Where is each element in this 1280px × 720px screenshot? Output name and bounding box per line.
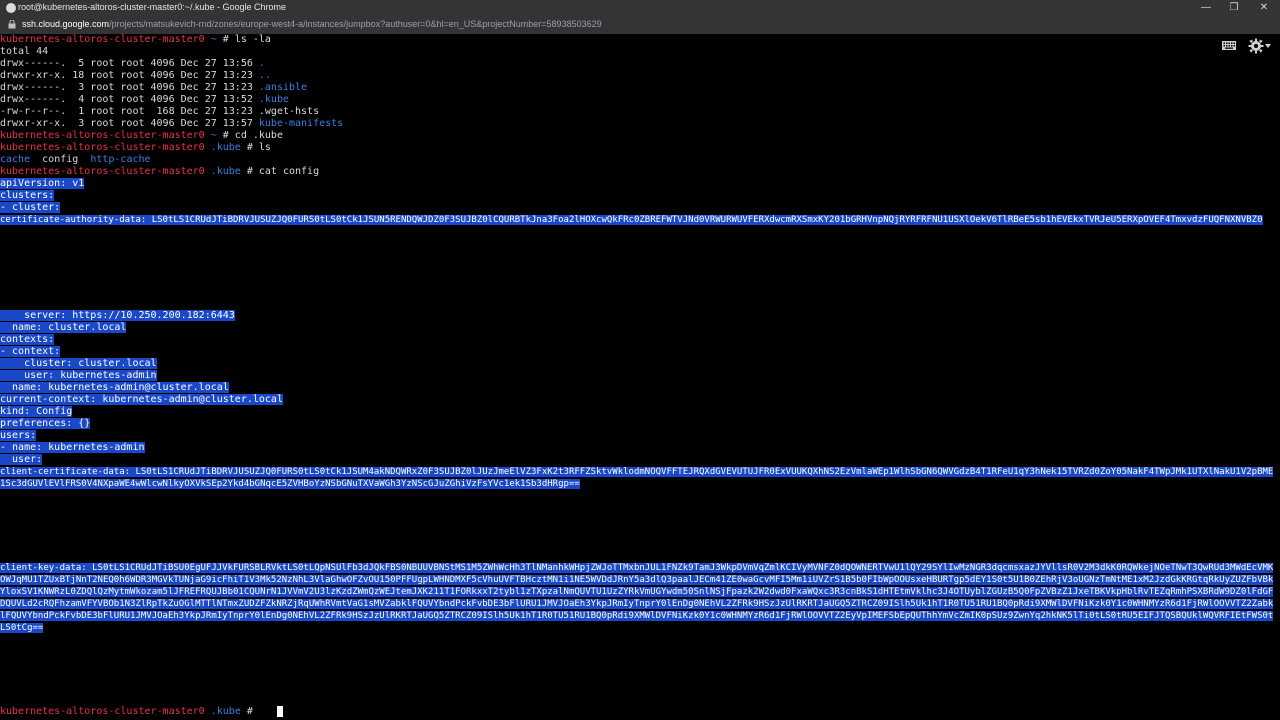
config-line: kind: Config [0, 406, 73, 417]
terminal-line: cache config http-cache [0, 154, 151, 165]
close-icon[interactable]: ✕ [1250, 0, 1278, 16]
terminal-line: kubernetes-altoros-cluster-master0 .kube… [0, 166, 320, 177]
terminal-line: drwxr-xr-x. 3 root root 4096 Dec 27 13:5… [0, 118, 344, 129]
client-key-block: client-key-data: LS0tLS1CRUdJTiBSU0EgUFJ… [0, 563, 1274, 633]
minimize-icon[interactable]: — [1192, 0, 1220, 16]
config-line: contexts: [0, 334, 55, 345]
config-line: user: [0, 454, 43, 465]
browser-window-chrome: root@kubernetes-altoros-cluster-master0:… [0, 0, 1280, 34]
terminal-line: total 44 [0, 46, 49, 57]
config-line: apiVersion: v1 [0, 178, 85, 189]
config-line: - cluster: [0, 202, 61, 213]
terminal-app-icon [6, 3, 16, 13]
config-line: server: https://10.250.200.182:6443 [0, 310, 235, 321]
terminal-line: drwxr-xr-x. 18 root root 4096 Dec 27 13:… [0, 70, 271, 81]
window-title: root@kubernetes-altoros-cluster-master0:… [18, 2, 287, 12]
gear-icon[interactable] [1248, 38, 1264, 54]
config-line: clusters: [0, 190, 55, 201]
terminal-line: -rw-r--r--. 1 root root 168 Dec 27 13:23… [0, 106, 320, 117]
client-certificate-block: client-certificate-data: LS0tLS1CRUdJTiB… [0, 467, 1274, 489]
terminal-line: drwx------. 4 root root 4096 Dec 27 13:5… [0, 94, 289, 105]
config-line: cluster: cluster.local [0, 358, 157, 369]
config-line: - name: kubernetes-admin [0, 442, 145, 453]
config-line: - context: [0, 346, 61, 357]
text-cursor [277, 706, 283, 717]
config-line: user: kubernetes-admin [0, 370, 157, 381]
config-line: preferences: {} [0, 418, 91, 429]
restore-icon[interactable]: ❐ [1220, 0, 1248, 16]
terminal-line: drwx------. 5 root root 4096 Dec 27 13:5… [0, 58, 265, 69]
terminal-line: kubernetes-altoros-cluster-master0 ~ # l… [0, 34, 271, 45]
config-line: current-context: kubernetes-admin@cluste… [0, 394, 283, 405]
terminal-line: kubernetes-altoros-cluster-master0 ~ # c… [0, 130, 283, 141]
title-bar: root@kubernetes-altoros-cluster-master0:… [0, 0, 1280, 16]
terminal-prompt[interactable]: kubernetes-altoros-cluster-master0 .kube… [0, 706, 259, 718]
config-line: name: kubernetes-admin@cluster.local [0, 382, 229, 393]
config-line: users: [0, 430, 37, 441]
terminal-line: kubernetes-altoros-cluster-master0 .kube… [0, 142, 271, 153]
lock-icon [8, 20, 16, 29]
keyboard-icon[interactable] [1222, 41, 1236, 50]
config-line: name: cluster.local [0, 322, 127, 333]
address-bar[interactable]: ssh.cloud.google.com/projects/matsukevic… [0, 16, 1280, 34]
url-text[interactable]: ssh.cloud.google.com/projects/matsukevic… [22, 19, 602, 29]
ssh-terminal[interactable]: kubernetes-altoros-cluster-master0 ~ # l… [0, 34, 1280, 720]
terminal-line: drwx------. 3 root root 4096 Dec 27 13:2… [0, 82, 308, 93]
certificate-authority-block: certificate-authority-data: LS0tLS1CRUdJ… [0, 215, 1263, 225]
chevron-down-icon[interactable] [1265, 44, 1271, 48]
terminal-toolbar [1222, 38, 1272, 54]
